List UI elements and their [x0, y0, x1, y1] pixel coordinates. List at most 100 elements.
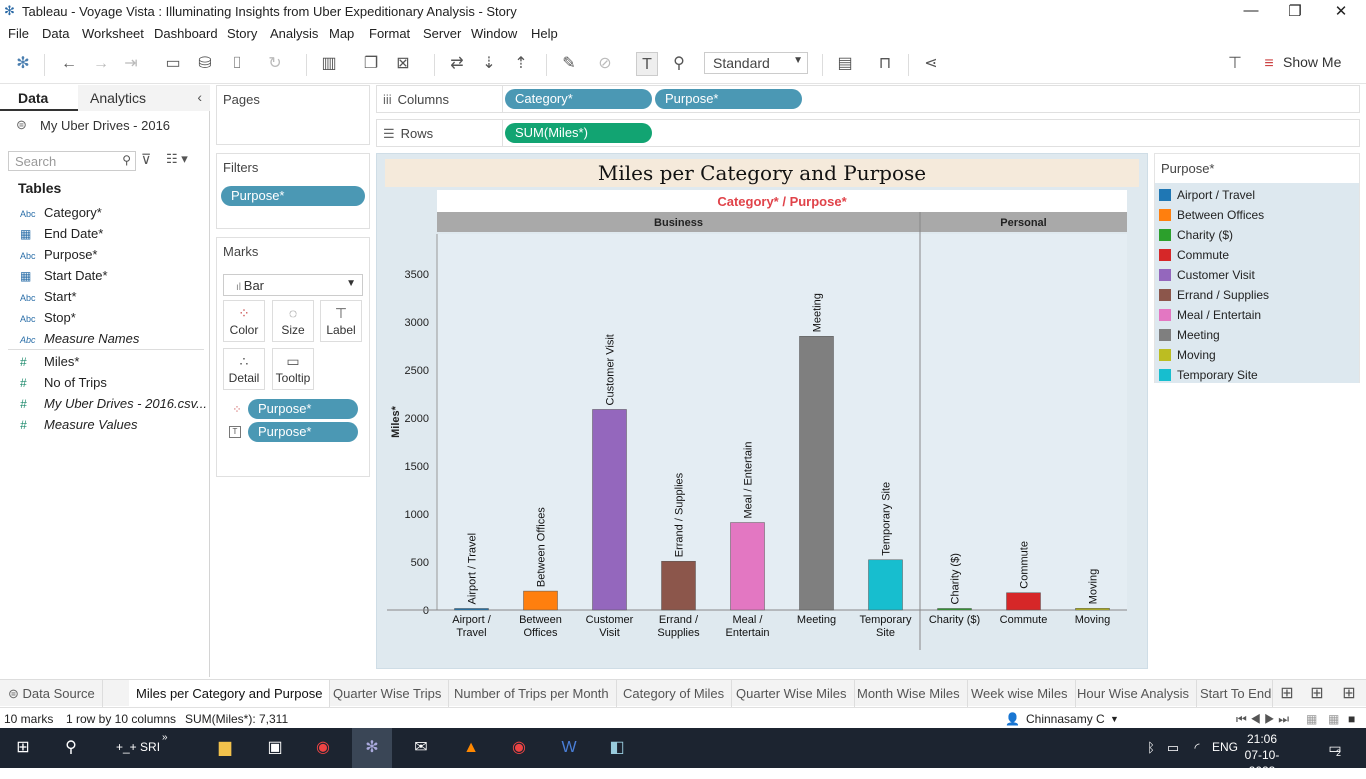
menu-format[interactable]: Format — [369, 26, 410, 41]
clear-sheet-icon[interactable]: ⊠ — [392, 52, 414, 76]
collapse-chevron-icon[interactable]: ‹ — [197, 89, 202, 105]
tab-data-source[interactable]: ⊜ Data Source — [0, 680, 103, 707]
new-worksheet-icon[interactable]: ▥ — [318, 52, 340, 76]
pause-updates-icon[interactable]: ⌷ — [226, 52, 248, 76]
view-list-icon[interactable]: ☷ ▾ — [166, 151, 188, 167]
tab-sheet[interactable]: Category of Miles — [616, 680, 733, 707]
chrome-profile-icon[interactable]: ◉ — [506, 736, 532, 760]
word-icon[interactable]: W — [556, 736, 582, 760]
field-item[interactable]: Abc Stop* — [20, 310, 76, 328]
row-pill[interactable]: SUM(Miles*) — [505, 123, 652, 143]
columns-shelf[interactable]: iii Columns Category* Purpose* — [376, 85, 1360, 113]
chevron-down-icon[interactable]: ▼ — [1110, 714, 1119, 724]
refresh-icon[interactable]: ↻ — [264, 52, 286, 76]
field-item[interactable]: ▦ End Date* — [20, 226, 103, 244]
mail-icon[interactable]: ✉ — [408, 736, 434, 760]
field-item[interactable]: # Measure Values — [20, 417, 137, 435]
field-item[interactable]: Abc Category* — [20, 205, 102, 223]
filmstrip-icon[interactable]: ▦ — [1328, 712, 1339, 726]
field-item[interactable]: # No of Trips — [20, 375, 107, 393]
tooltip-button[interactable]: ▭ Tooltip — [272, 348, 314, 390]
column-pill[interactable]: Category* — [505, 89, 652, 109]
new-story-tab-icon[interactable]: ⊞ — [1338, 682, 1360, 706]
sort-descending-icon[interactable]: ⇡ — [510, 52, 532, 76]
group-icon[interactable]: ⊘ — [594, 52, 616, 76]
new-worksheet-tab-icon[interactable]: ⊞ — [1276, 682, 1298, 706]
menu-map[interactable]: Map — [329, 26, 354, 41]
fit-select[interactable]: Standard ▼ — [704, 52, 808, 74]
minimize-button[interactable]: — — [1236, 2, 1266, 22]
tab-sheet-active[interactable]: Miles per Category and Purpose — [129, 680, 331, 707]
replay-icon[interactable]: ⇥ — [120, 52, 142, 76]
tab-data[interactable]: Data — [0, 85, 78, 111]
windows-start-icon[interactable]: ⊞ — [10, 736, 36, 760]
tab-sheet[interactable]: Month Wise Miles — [850, 680, 968, 707]
label-pill[interactable]: Purpose* — [248, 422, 358, 442]
restore-button[interactable]: ❐ — [1280, 2, 1310, 22]
field-item[interactable]: # My Uber Drives - 2016.csv... — [20, 396, 207, 414]
menu-window[interactable]: Window — [471, 26, 517, 41]
menu-worksheet[interactable]: Worksheet — [82, 26, 144, 41]
show-me-button[interactable]: Show Me — [1283, 54, 1341, 70]
search-icon[interactable]: ⚲ — [58, 736, 84, 760]
show-labels-icon[interactable]: T — [636, 52, 658, 76]
file-explorer-icon[interactable]: ▆ — [212, 736, 238, 760]
notes-icon[interactable]: ◧ — [604, 736, 630, 760]
field-item[interactable]: # Miles* — [20, 354, 79, 372]
menu-help[interactable]: Help — [531, 26, 558, 41]
undo-icon[interactable]: ← — [58, 52, 80, 76]
filter-pill[interactable]: Purpose* — [221, 186, 365, 206]
label-button[interactable]: ⊤ Label — [320, 300, 362, 342]
tab-sheet[interactable]: Number of Trips per Month — [447, 680, 617, 707]
sort-ascending-icon[interactable]: ⇣ — [478, 52, 500, 76]
new-dashboard-tab-icon[interactable]: ⊞ — [1306, 682, 1328, 706]
format-painter-icon[interactable]: ⊤ — [1224, 52, 1246, 76]
swap-icon[interactable]: ⇄ — [446, 52, 468, 76]
app-icon[interactable]: ▣ — [262, 736, 288, 760]
pin-icon[interactable]: ⚲ — [668, 52, 690, 76]
status-user[interactable]: Chinnasamy C — [1026, 712, 1105, 726]
filter-icon[interactable]: ⊽ — [141, 151, 151, 168]
show-me-icon[interactable]: ≡ — [1258, 52, 1280, 76]
notification-icon[interactable]: ▭ — [1322, 736, 1348, 760]
presentation-icon[interactable]: ⊓ — [874, 52, 896, 76]
field-item[interactable]: Abc Measure Names — [20, 331, 139, 349]
sheet-nav-icon[interactable]: ⏮ ◀ ▶ ⏭ — [1236, 712, 1289, 727]
tab-sheet[interactable]: Start To End — [1193, 680, 1273, 707]
vlc-icon[interactable]: ▲ — [458, 736, 484, 760]
color-button[interactable]: ⁘ Color — [223, 300, 265, 342]
cards-icon[interactable]: ▤ — [834, 52, 856, 76]
size-button[interactable]: ◌ Size — [272, 300, 314, 342]
rows-shelf[interactable]: ☰ Rows SUM(Miles*) — [376, 119, 1360, 147]
field-item[interactable]: Abc Purpose* — [20, 247, 97, 265]
taskbar-search-label[interactable]: +_+ SRI — [116, 740, 160, 754]
close-button[interactable]: ✕ — [1326, 2, 1356, 22]
save-icon[interactable]: ▭ — [162, 52, 184, 76]
redo-icon[interactable]: → — [90, 52, 112, 76]
clock[interactable]: 21:06 07-10-2023 — [1232, 731, 1292, 779]
new-datasource-icon[interactable]: ⛁ — [194, 52, 216, 76]
tab-sheet[interactable]: Quarter Wise Miles — [729, 680, 855, 707]
duplicate-sheet-icon[interactable]: ❐ — [360, 52, 382, 76]
menu-story[interactable]: Story — [227, 26, 257, 41]
tabs-view-icon[interactable]: ■ — [1348, 712, 1355, 726]
color-pill[interactable]: Purpose* — [248, 399, 358, 419]
tab-analytics[interactable]: Analytics ‹ — [78, 85, 210, 111]
sheet-sorter-icon[interactable]: ▦ — [1306, 712, 1317, 726]
menu-server[interactable]: Server — [423, 26, 461, 41]
pages-card[interactable]: Pages — [216, 85, 370, 145]
battery-icon[interactable]: ▭ — [1160, 736, 1186, 760]
menu-file[interactable]: File — [8, 26, 29, 41]
column-pill[interactable]: Purpose* — [655, 89, 802, 109]
field-item[interactable]: ▦ Start Date* — [20, 268, 108, 286]
menu-dashboard[interactable]: Dashboard — [154, 26, 218, 41]
tab-sheet[interactable]: Quarter Wise Trips — [326, 680, 450, 707]
datasource-item[interactable]: My Uber Drives - 2016 — [16, 117, 170, 133]
share-icon[interactable]: ⋖ — [920, 52, 942, 76]
mark-type-select[interactable]: ıl Bar ▼ — [223, 274, 363, 296]
detail-button[interactable]: ∴ Detail — [223, 348, 265, 390]
wifi-icon[interactable]: ◜ — [1184, 736, 1210, 760]
tableau-home-icon[interactable]: ✻ — [12, 52, 34, 76]
menu-analysis[interactable]: Analysis — [270, 26, 318, 41]
tab-sheet[interactable]: Hour Wise Analysis — [1070, 680, 1197, 707]
